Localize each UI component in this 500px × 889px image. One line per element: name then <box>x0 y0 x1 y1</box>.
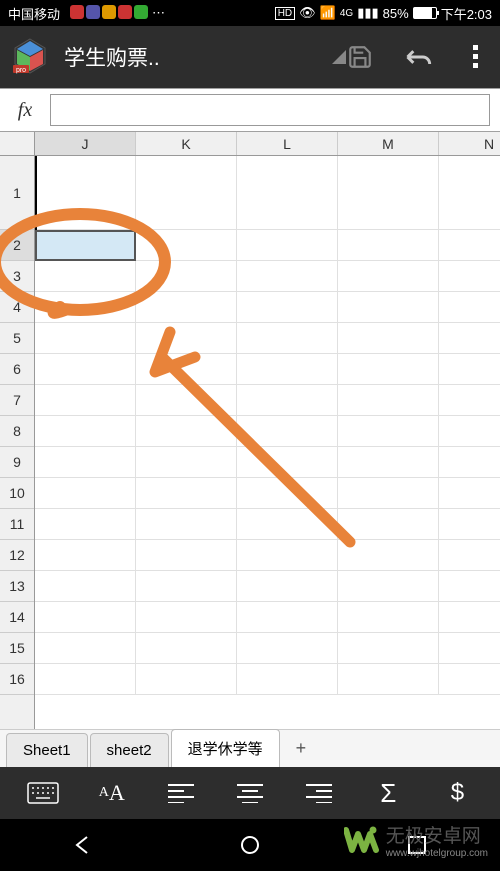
time-label: 下午2:03 <box>441 4 492 23</box>
add-sheet-button[interactable]: + <box>282 730 321 767</box>
network-label: 4G <box>340 8 353 19</box>
sheet-tab-1[interactable]: Sheet1 <box>6 733 88 767</box>
officesuite-logo[interactable]: pro <box>10 37 50 77</box>
align-center-button[interactable] <box>232 775 268 811</box>
align-right-button[interactable] <box>301 775 337 811</box>
col-header-j[interactable]: J <box>35 132 136 155</box>
watermark: 无极安卓网 www.wjhotelgroup.com <box>344 821 488 859</box>
save-button[interactable] <box>346 43 374 71</box>
sum-button[interactable]: Σ <box>370 775 406 811</box>
carrier-label: 中国移动 <box>8 4 60 23</box>
spreadsheet-grid[interactable]: J K L M N 1 2 3 4 5 6 7 8 9 10 11 12 13 … <box>0 132 500 729</box>
row-header-7[interactable]: 7 <box>0 385 34 416</box>
col-header-l[interactable]: L <box>237 132 338 155</box>
hd-indicator: HD <box>275 7 295 20</box>
row-header-4[interactable]: 4 <box>0 292 34 323</box>
sheet-tab-3[interactable]: 退学休学等 <box>171 729 280 767</box>
row-header-13[interactable]: 13 <box>0 571 34 602</box>
watermark-logo <box>344 822 380 858</box>
cells-area[interactable] <box>35 156 500 729</box>
row-header-14[interactable]: 14 <box>0 602 34 633</box>
fx-label[interactable]: fx <box>0 99 50 122</box>
battery-icon <box>413 7 437 19</box>
format-toolbar: AA Σ $ <box>0 767 500 819</box>
svg-text:pro: pro <box>16 67 26 74</box>
row-header-2[interactable]: 2 <box>0 230 34 261</box>
select-all-corner[interactable] <box>0 132 35 155</box>
formula-bar: fx <box>0 88 500 132</box>
watermark-url: www.wjhotelgroup.com <box>386 848 488 859</box>
sheet-tabs: Sheet1 sheet2 退学休学等 + <box>0 729 500 767</box>
row-header-11[interactable]: 11 <box>0 509 34 540</box>
row-header-16[interactable]: 16 <box>0 664 34 695</box>
formula-input[interactable] <box>50 94 490 126</box>
battery-pct: 85% <box>383 6 409 21</box>
row-header-8[interactable]: 8 <box>0 416 34 447</box>
status-app-icons: ⋯ <box>70 5 165 21</box>
col-header-k[interactable]: K <box>136 132 237 155</box>
col-header-n[interactable]: N <box>439 132 500 155</box>
col-header-m[interactable]: M <box>338 132 439 155</box>
font-button[interactable]: AA <box>94 775 130 811</box>
keyboard-button[interactable] <box>25 775 61 811</box>
undo-button[interactable] <box>404 43 432 71</box>
column-headers: J K L M N <box>0 132 500 156</box>
row-headers: 1 2 3 4 5 6 7 8 9 10 11 12 13 14 15 16 <box>0 156 35 729</box>
menu-button[interactable] <box>462 43 490 71</box>
row-header-9[interactable]: 9 <box>0 447 34 478</box>
watermark-text: 无极安卓网 <box>386 821 488 848</box>
eye-icon: 👁 <box>299 5 316 21</box>
row-header-6[interactable]: 6 <box>0 354 34 385</box>
selected-cell-j2[interactable] <box>35 230 136 261</box>
home-button[interactable] <box>230 825 270 865</box>
sheet-tab-2[interactable]: sheet2 <box>90 733 169 767</box>
back-button[interactable] <box>63 825 103 865</box>
row-header-3[interactable]: 3 <box>0 261 34 292</box>
align-left-button[interactable] <box>163 775 199 811</box>
row-header-5[interactable]: 5 <box>0 323 34 354</box>
currency-button[interactable]: $ <box>439 775 475 811</box>
row-header-12[interactable]: 12 <box>0 540 34 571</box>
row-header-10[interactable]: 10 <box>0 478 34 509</box>
wifi-icon: 📶 <box>320 5 336 21</box>
document-title[interactable]: 学生购票.. <box>64 42 338 72</box>
title-dropdown-icon[interactable] <box>332 50 346 64</box>
signal-icon: ▮▮▮ <box>357 5 378 21</box>
row-header-15[interactable]: 15 <box>0 633 34 664</box>
app-bar: pro 学生购票.. <box>0 26 500 88</box>
status-bar: 中国移动 ⋯ HD 👁 📶 4G ▮▮▮ 85% 下午2:03 <box>0 0 500 26</box>
row-header-1[interactable]: 1 <box>0 156 34 230</box>
